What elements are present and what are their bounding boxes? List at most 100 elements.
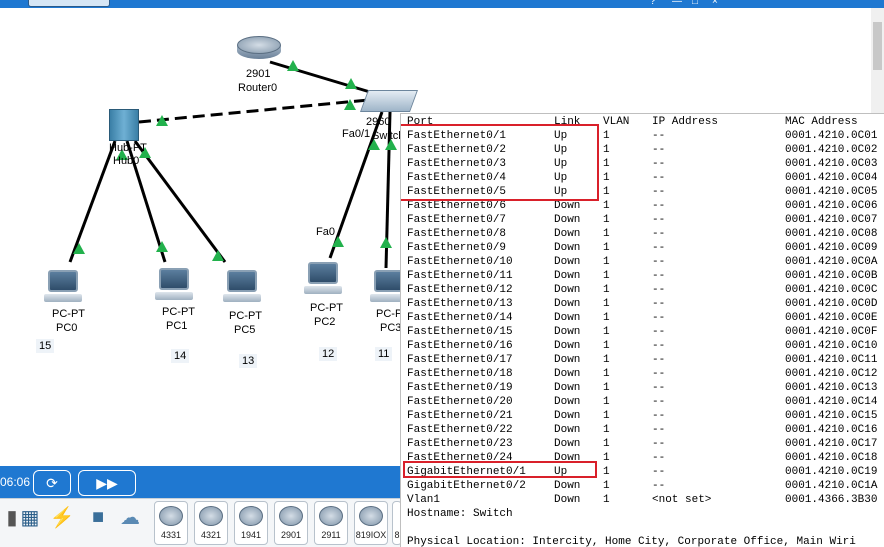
simulation-time: 06:06 [0,475,31,489]
cell-link: Down [554,354,581,366]
fa0-port-label: Fa0 [316,226,335,238]
link-light [287,60,299,71]
device-tile[interactable]: 819IOX [354,501,388,545]
cell-port: GigabitEthernet0/2 [407,480,526,492]
pc-model: PC-PT [229,310,262,322]
router-icon[interactable] [237,36,281,66]
cell-vlan: 1 [603,340,610,352]
cell-mac: 0001.4210.0C10 [785,340,878,352]
cell-ip: <not set> [652,494,712,506]
cell-mac: 0001.4210.0C1A [785,480,878,492]
link-light [212,250,224,261]
cell-mac: 0001.4210.0C11 [785,354,878,366]
hub-name: Hub0 [113,155,140,167]
cell-vlan: 1 [603,270,610,282]
hostname-line: Hostname: Switch [407,508,513,520]
cell-port: FastEthernet0/18 [407,368,513,380]
cell-link: Down [554,326,581,338]
device-tile[interactable]: 2901 [274,501,308,545]
cell-ip: -- [652,200,666,212]
cell-port: FastEthernet0/10 [407,256,513,268]
cell-mac: 0001.4210.0C02 [785,144,878,156]
fast-forward-button[interactable]: ▶▶ [78,470,136,496]
cell-vlan: 1 [603,494,610,506]
cell-mac: 0001.4210.0C19 [785,466,878,478]
device-tile[interactable]: 4331 [154,501,188,545]
cell-ip: -- [652,340,666,352]
cell-port: FastEthernet0/13 [407,298,513,310]
hub-icon[interactable] [109,109,139,141]
cell-link: Down [554,424,581,436]
cell-link: Down [554,480,581,492]
cell-ip: -- [652,242,666,254]
cell-mac: 0001.4210.0C13 [785,382,878,394]
cell-vlan: 1 [603,172,610,184]
cell-port: FastEthernet0/15 [407,326,513,338]
cell-mac: 0001.4210.0C14 [785,396,878,408]
cell-vlan: 1 [603,242,610,254]
device-tile[interactable]: 2911 [314,501,348,545]
router-model: 2901 [246,68,271,80]
cell-ip: -- [652,452,666,464]
category-misc-icon[interactable]: ■ [86,505,110,529]
cell-port: FastEthernet0/23 [407,438,513,450]
cell-ip: -- [652,312,666,324]
power-cycle-button[interactable]: ⟳ [33,470,71,496]
category-components-icon[interactable]: ▦ [18,505,42,529]
cell-vlan: 1 [603,396,610,408]
router-name: Router0 [238,82,278,94]
highlight-box-up-ports [401,124,599,201]
device-tile[interactable]: 1941 [234,501,268,545]
cell-ip: -- [652,424,666,436]
highlight-box-gigabit [403,461,597,478]
cell-vlan: 1 [603,466,610,478]
cell-ip: -- [652,284,666,296]
cell-link: Down [554,410,581,422]
pc-name: PC2 [314,316,336,328]
link-hub-pc0 [68,140,117,263]
port-status-panel: Port Link VLAN IP Address MAC Address Fa… [400,113,884,547]
cell-vlan: 1 [603,312,610,324]
link-router-switch [269,60,381,97]
switch-port-label: Fa0/1 [342,128,371,140]
cell-port: FastEthernet0/17 [407,354,513,366]
cell-port: FastEthernet0/8 [407,228,507,240]
cell-mac: 0001.4210.0C0E [785,312,878,324]
pc-name: PC1 [166,320,188,332]
cell-vlan: 1 [603,200,610,212]
pc-number-badge: 11 [375,347,393,361]
cell-link: Down [554,256,581,268]
pc-icon[interactable] [304,262,342,296]
cell-link: Down [554,228,581,240]
category-cloud-icon[interactable]: ☁ [118,505,142,529]
cell-mac: 0001.4210.0C08 [785,228,878,240]
cell-ip: -- [652,256,666,268]
category-connections-icon[interactable]: ⚡ [50,505,75,529]
cell-ip: -- [652,326,666,338]
cell-link: Down [554,438,581,450]
cell-ip: -- [652,130,666,142]
cell-port: FastEthernet0/7 [407,214,507,226]
cell-vlan: 1 [603,228,610,240]
cell-vlan: 1 [603,354,610,366]
cell-port: FastEthernet0/16 [407,340,513,352]
pc-icon[interactable] [223,270,261,304]
cell-mac: 0001.4210.0C17 [785,438,878,450]
switch-icon[interactable] [359,90,419,112]
cell-link: Down [554,298,581,310]
cell-mac: 0001.4210.0C0C [785,284,878,296]
link-hub-pc5 [133,140,227,263]
cell-link: Down [554,284,581,296]
cell-vlan: 1 [603,144,610,156]
pc-icon[interactable] [44,270,82,304]
cell-mac: 0001.4210.0C01 [785,130,878,142]
cell-ip: -- [652,186,666,198]
router-icon [199,506,223,526]
cell-mac: 0001.4210.0C07 [785,214,878,226]
cell-mac: 0001.4210.0C03 [785,158,878,170]
pc-name: PC3 [380,322,402,334]
device-tile[interactable]: 4321 [194,501,228,545]
pc-model: PC-PT [162,306,195,318]
pc-icon[interactable] [155,268,193,302]
header-vlan: VLAN [603,116,630,128]
